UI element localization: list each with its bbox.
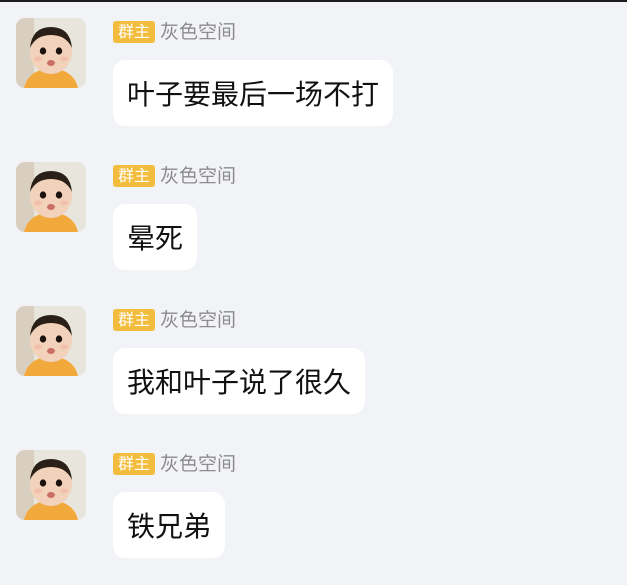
avatar[interactable]: [16, 18, 86, 88]
baby-avatar-icon: [16, 306, 86, 376]
sender-name[interactable]: 灰色空间: [160, 308, 236, 332]
baby-avatar-icon: [16, 18, 86, 88]
baby-avatar-icon: [16, 162, 86, 232]
sender-meta: 群主 灰色空间: [113, 164, 236, 188]
sender-meta: 群主 灰色空间: [113, 20, 236, 44]
chat-message: 群主 灰色空间 我和叶子说了很久: [0, 288, 627, 428]
message-bubble[interactable]: 晕死: [113, 204, 198, 270]
chat-message-list[interactable]: 群主 灰色空间 叶子要最后一场不打 群主 灰色空间 晕死 群主 灰色空间 我和叶…: [0, 0, 627, 585]
owner-badge: 群主: [113, 453, 156, 475]
sender-name[interactable]: 灰色空间: [160, 452, 236, 476]
baby-avatar-icon: [16, 450, 86, 520]
avatar[interactable]: [16, 450, 86, 520]
sender-meta: 群主 灰色空间: [113, 308, 236, 332]
message-bubble[interactable]: 叶子要最后一场不打: [113, 60, 394, 126]
chat-message: 群主 灰色空间 叶子要最后一场不打: [0, 0, 627, 140]
owner-badge: 群主: [113, 165, 156, 187]
sender-name[interactable]: 灰色空间: [160, 20, 236, 44]
sender-name[interactable]: 灰色空间: [160, 164, 236, 188]
avatar[interactable]: [16, 162, 86, 232]
owner-badge: 群主: [113, 21, 156, 43]
owner-badge: 群主: [113, 309, 156, 331]
message-bubble[interactable]: 铁兄弟: [113, 492, 226, 558]
chat-message: 群主 灰色空间 铁兄弟: [0, 432, 627, 572]
message-bubble[interactable]: 我和叶子说了很久: [113, 348, 366, 414]
chat-message: 群主 灰色空间 晕死: [0, 144, 627, 284]
avatar[interactable]: [16, 306, 86, 376]
sender-meta: 群主 灰色空间: [113, 452, 236, 476]
